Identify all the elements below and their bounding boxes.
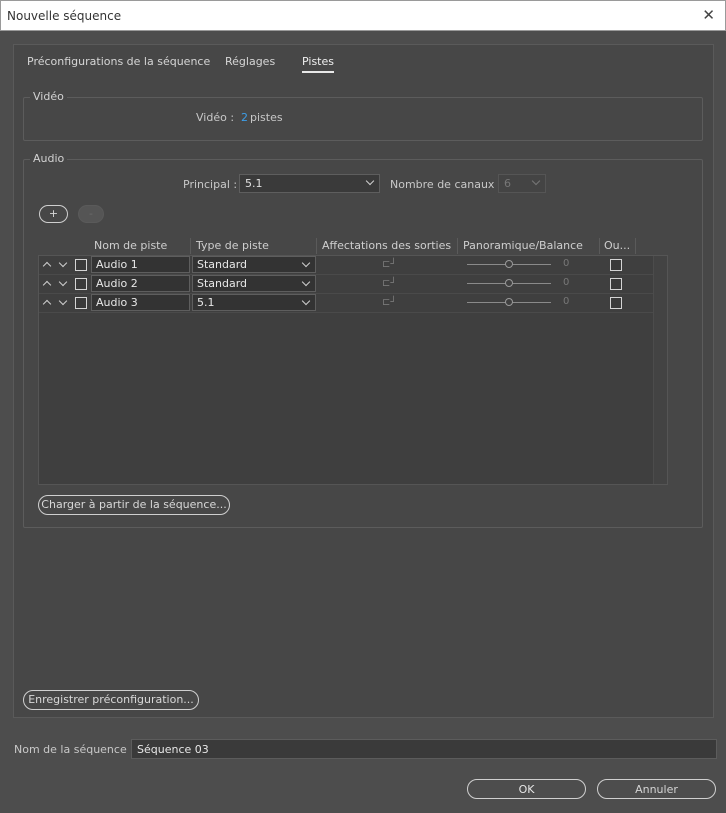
tab-tracks[interactable]: Pistes: [302, 55, 334, 73]
move-up-icon[interactable]: [42, 299, 52, 309]
move-down-icon[interactable]: [58, 296, 68, 306]
principal-select[interactable]: 5.1: [239, 174, 380, 193]
chevron-down-icon: [301, 277, 311, 287]
audio-group-title: Audio: [30, 152, 68, 165]
track-checkbox[interactable]: [75, 297, 87, 309]
output-checkbox[interactable]: [610, 259, 622, 271]
table-row: Audio 1 Standard ⊏┘ 0: [39, 256, 656, 275]
table-row: Audio 2 Standard ⊏┘ 0: [39, 275, 656, 294]
window-title: Nouvelle séquence: [7, 9, 122, 23]
tab-settings[interactable]: Réglages: [225, 55, 275, 68]
pan-knob: [505, 260, 513, 268]
load-from-sequence-button[interactable]: Charger à partir de la séquence...: [38, 495, 230, 515]
table-row: Audio 3 5.1 ⊏┘ 0: [39, 294, 656, 313]
move-up-icon[interactable]: [42, 280, 52, 290]
chevron-down-icon: [301, 296, 311, 306]
move-up-icon[interactable]: [42, 261, 52, 271]
pan-value: 0: [563, 277, 570, 288]
chevron-down-icon: [301, 258, 311, 268]
output-checkbox[interactable]: [610, 297, 622, 309]
channels-value: 6: [504, 177, 511, 190]
pan-knob: [505, 298, 513, 306]
track-name-input[interactable]: Audio 2: [91, 275, 190, 292]
remove-track-button: -: [78, 205, 104, 223]
sequence-name-label: Nom de la séquence :: [14, 743, 134, 756]
output-routing-icon: ⊏┘: [382, 297, 397, 308]
audio-track-table: Nom de piste Type de piste Affectations …: [38, 238, 668, 485]
pan-value: 0: [563, 296, 570, 307]
tab-presets[interactable]: Préconfigurations de la séquence: [27, 55, 210, 68]
video-group: Vidéo Vidéo : 2 pistes: [23, 90, 703, 141]
channels-select: 6: [498, 174, 546, 193]
chevron-down-icon: [531, 176, 541, 186]
track-type-value: Standard: [197, 258, 248, 271]
video-group-title: Vidéo: [30, 90, 67, 103]
move-down-icon[interactable]: [58, 258, 68, 268]
principal-label: Principal :: [183, 178, 238, 191]
main-panel: Préconfigurations de la séquence Réglage…: [13, 44, 714, 718]
track-type-select[interactable]: 5.1: [192, 294, 316, 311]
col-output: Ou...: [604, 239, 631, 252]
table-scrollbar[interactable]: [653, 256, 667, 484]
move-down-icon[interactable]: [58, 277, 68, 287]
ok-button[interactable]: OK: [467, 779, 586, 799]
pan-knob: [505, 279, 513, 287]
pan-value: 0: [563, 258, 570, 269]
col-track-type: Type de piste: [196, 239, 269, 252]
track-checkbox[interactable]: [75, 259, 87, 271]
video-track-unit: pistes: [250, 111, 283, 124]
output-checkbox[interactable]: [610, 278, 622, 290]
video-label: Vidéo :: [196, 111, 235, 124]
track-name-input[interactable]: Audio 3: [91, 294, 190, 311]
track-type-value: 5.1: [197, 296, 215, 309]
track-type-value: Standard: [197, 277, 248, 290]
cancel-button[interactable]: Annuler: [597, 779, 716, 799]
principal-value: 5.1: [245, 177, 263, 190]
add-track-button[interactable]: +: [39, 205, 68, 223]
track-type-select[interactable]: Standard: [192, 275, 316, 292]
output-routing-icon: ⊏┘: [382, 259, 397, 270]
col-output-assign: Affectations des sorties: [322, 239, 452, 252]
channels-label: Nombre de canaux :: [390, 178, 502, 191]
track-type-select[interactable]: Standard: [192, 256, 316, 273]
close-icon[interactable]: ✕: [702, 6, 715, 24]
col-pan-balance: Panoramique/Balance: [463, 239, 583, 252]
title-bar: Nouvelle séquence ✕: [0, 0, 726, 31]
col-track-name: Nom de piste: [94, 239, 168, 252]
save-preset-button[interactable]: Enregistrer préconfiguration...: [23, 690, 199, 710]
audio-group: Audio Principal : 5.1 Nombre de canaux :…: [23, 152, 703, 528]
track-name-input[interactable]: Audio 1: [91, 256, 190, 273]
track-checkbox[interactable]: [75, 278, 87, 290]
sequence-name-input[interactable]: Séquence 03: [131, 739, 717, 759]
chevron-down-icon: [365, 176, 375, 186]
video-track-count[interactable]: 2: [241, 111, 248, 124]
output-routing-icon: ⊏┘: [382, 278, 397, 289]
